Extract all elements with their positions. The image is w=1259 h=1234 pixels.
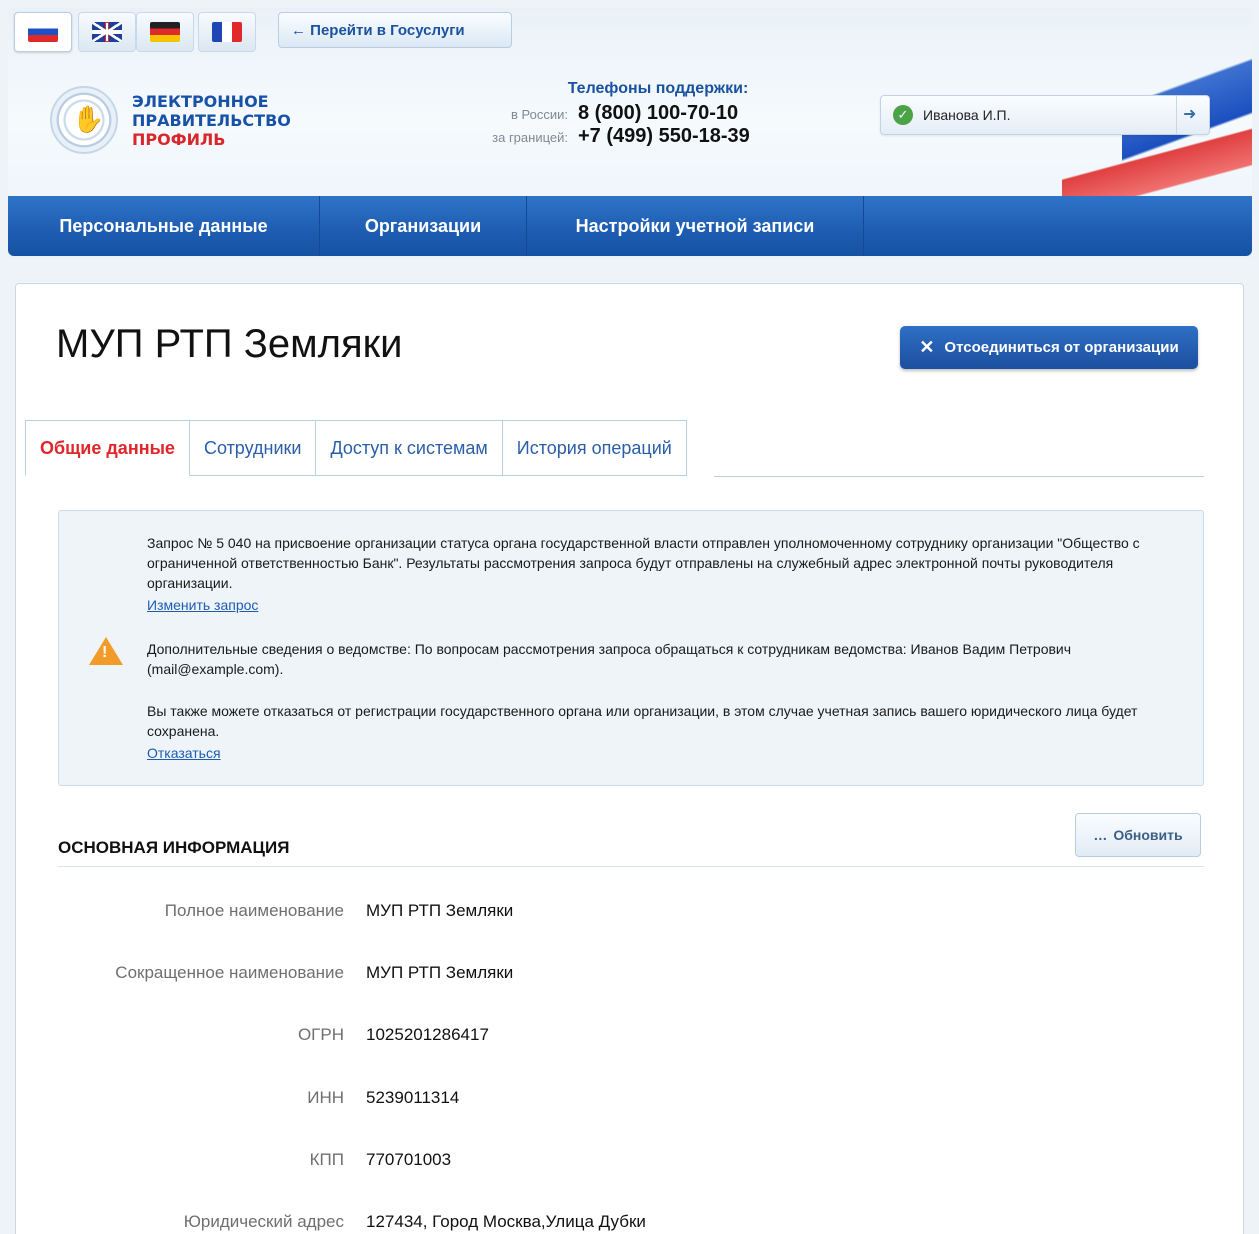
- language-de-button[interactable]: [136, 12, 194, 52]
- page-title: МУП РТП Земляки: [56, 322, 403, 366]
- ellipsis-icon: …: [1093, 827, 1108, 843]
- user-box-divider: [1176, 96, 1177, 134]
- field-value: МУП РТП Земляки: [366, 901, 514, 920]
- uk-flag-icon: [92, 22, 122, 42]
- info-row: Юридический адрес 127434, Город Москва,У…: [58, 1212, 1158, 1232]
- field-value: 770701003: [366, 1150, 452, 1169]
- german-flag-icon: [150, 22, 180, 42]
- french-flag-icon: [212, 22, 242, 42]
- info-row: Сокращенное наименование МУП РТП Земляки: [58, 963, 1158, 983]
- notice-paragraph-1: Запрос № 5 040 на присвоение организации…: [147, 535, 1140, 591]
- field-label: Полное наименование: [164, 901, 344, 920]
- hand-emblem-icon: [50, 86, 118, 154]
- logo-line-1: ЭЛЕКТРОННОЕ: [132, 91, 269, 111]
- user-box[interactable]: ✓ Иванова И.П. ➜: [880, 95, 1210, 135]
- field-label: КПП: [309, 1150, 344, 1169]
- nav-item-account-settings[interactable]: Настройки учетной записи: [527, 196, 864, 256]
- refresh-button-label: Обновить: [1113, 827, 1183, 843]
- tab-employees[interactable]: Сотрудники: [189, 420, 317, 476]
- check-icon: ✓: [893, 105, 913, 125]
- field-value: МУП РТП Земляки: [366, 963, 514, 982]
- info-row: КПП 770701003: [58, 1150, 1158, 1170]
- field-label: Сокращенное наименование: [115, 963, 344, 982]
- nav-item-personal-data[interactable]: Персональные данные: [8, 196, 320, 256]
- tab-operations-history[interactable]: История операций: [502, 420, 687, 476]
- support-title: Телефоны поддержки:: [567, 80, 749, 97]
- language-fr-button[interactable]: [198, 12, 256, 52]
- change-request-link[interactable]: Изменить запрос: [147, 597, 258, 613]
- request-notice: Запрос № 5 040 на присвоение организации…: [58, 510, 1204, 786]
- info-row: ОГРН 1025201286417: [58, 1025, 1158, 1045]
- field-label: ОГРН: [297, 1025, 344, 1044]
- field-value: 5239011314: [366, 1088, 460, 1107]
- site-header: ← Перейти в Госуслуги ЭЛЕКТРОННОЕ ПРАВИТ…: [8, 8, 1252, 258]
- support-russia-number: 8 (800) 100-70-10: [578, 102, 739, 124]
- field-label: Юридический адрес: [183, 1212, 344, 1231]
- field-value: 127434, Город Москва,Улица Дубки: [366, 1212, 646, 1231]
- decline-link[interactable]: Отказаться: [147, 745, 221, 761]
- tab-general-data[interactable]: Общие данные: [25, 420, 190, 476]
- tab-underline: [714, 476, 1204, 477]
- info-row: ИНН 5239011314: [58, 1088, 1158, 1108]
- support-phones: Телефоны поддержки: в России: 8 (800) 10…: [478, 80, 798, 148]
- support-russia-label: в России:: [511, 107, 568, 122]
- close-icon: ✕: [919, 337, 935, 357]
- section-title: ОСНОВНАЯ ИНФОРМАЦИЯ: [58, 838, 290, 857]
- support-abroad-label: за границей:: [492, 130, 568, 145]
- goto-gosuslugi-button[interactable]: ← Перейти в Госуслуги: [278, 12, 512, 48]
- russian-flag-icon: [28, 22, 58, 42]
- logo-line-2: ПРАВИТЕЛЬСТВО: [132, 110, 291, 130]
- language-ru-button[interactable]: [14, 12, 72, 52]
- detach-button-label: Отсоединиться от организации: [944, 339, 1179, 356]
- notice-paragraph-3: Вы также можете отказаться от регистраци…: [147, 703, 1138, 739]
- language-bar: ← Перейти в Госуслуги: [8, 8, 1252, 56]
- site-logo[interactable]: ЭЛЕКТРОННОЕ ПРАВИТЕЛЬСТВО ПРОФИЛЬ: [50, 86, 291, 154]
- tab-bar: Общие данные Сотрудники Доступ к система…: [25, 420, 687, 476]
- field-label: ИНН: [307, 1088, 344, 1107]
- info-row: Полное наименование МУП РТП Земляки: [58, 901, 1158, 921]
- field-value: 1025201286417: [366, 1025, 489, 1044]
- refresh-button[interactable]: … Обновить: [1075, 813, 1201, 857]
- warning-icon: !: [89, 637, 123, 665]
- main-nav: Персональные данные Организации Настройк…: [8, 196, 1252, 256]
- detach-organization-button[interactable]: ✕ Отсоединиться от организации: [900, 326, 1198, 369]
- user-name[interactable]: Иванова И.П.: [923, 107, 1011, 123]
- language-en-button[interactable]: [78, 12, 136, 52]
- organization-panel: МУП РТП Земляки ✕ Отсоединиться от орган…: [15, 283, 1244, 1234]
- notice-paragraph-2: Дополнительные сведения о ведомстве: По …: [147, 641, 1072, 677]
- tab-system-access[interactable]: Доступ к системам: [316, 420, 503, 476]
- logo-line-3: ПРОФИЛЬ: [132, 129, 226, 149]
- section-divider: [58, 866, 1204, 867]
- nav-item-organizations[interactable]: Организации: [320, 196, 527, 256]
- logout-icon[interactable]: ➜: [1183, 106, 1201, 124]
- support-abroad-number: +7 (499) 550-18-39: [578, 125, 750, 147]
